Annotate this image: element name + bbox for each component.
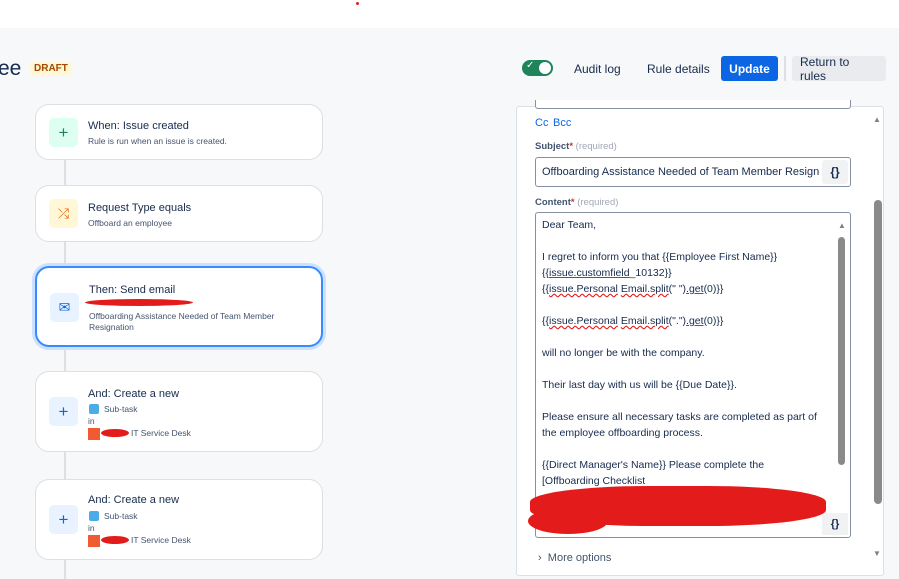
smart-values-button[interactable]: {} [822,160,848,184]
trigger-card[interactable]: + When: Issue created Rule is run when a… [35,104,323,160]
issue-type: Sub-task [104,511,138,521]
update-button[interactable]: Update [721,56,778,81]
bcc-link[interactable]: Bcc [553,117,571,129]
card-title: Then: Send email [89,284,176,296]
panel-scrollbar[interactable] [874,200,882,504]
subtask-icon [89,511,99,521]
shuffle-icon: ⤮ [49,199,78,228]
check-icon: ✓ [526,60,535,71]
in-label: in [88,523,95,533]
redaction [101,536,129,544]
divider [784,56,786,81]
subtask-icon [89,404,99,414]
card-title: And: Create a new [88,494,180,506]
project-icon [88,535,100,547]
return-to-rules-button[interactable]: Return to rules [792,55,886,83]
project-icon [88,428,100,440]
plus-icon: + [49,118,78,147]
card-subtitle: Offboarding Assistance Needed of Team Me… [89,311,275,332]
card-subtitle: Rule is run when an issue is created. [88,136,227,146]
chevron-right-icon: › [538,552,542,564]
panel-scroll-down-arrow[interactable]: ▼ [873,549,881,558]
send-email-card[interactable]: ✉ Then: Send email Offboarding Assistanc… [35,266,323,347]
scroll-up-arrow[interactable]: ▲ [838,221,846,230]
card-title: Request Type equals [88,202,192,214]
redaction [528,508,608,534]
card-title: When: Issue created [88,120,189,132]
redaction [101,429,129,437]
content-label: Content* (required) [535,197,619,208]
create-subtask-card[interactable]: + And: Create a new Sub-task in IT Servi… [35,371,323,452]
mail-icon: ✉ [50,293,79,322]
smart-values-button[interactable]: {} [822,513,848,535]
condition-card[interactable]: ⤮ Request Type equals Offboard an employ… [35,185,323,242]
in-label: in [88,416,95,426]
project-name: IT Service Desk [131,535,191,545]
more-options-toggle[interactable]: › More options [538,552,611,564]
create-subtask-card[interactable]: + And: Create a new Sub-task in IT Servi… [35,479,323,560]
plus-icon: + [49,505,78,534]
rule-title: ee [0,57,22,80]
plus-icon: + [49,397,78,426]
card-subtitle: Offboard an employee [88,218,172,228]
draft-badge: DRAFT [30,62,72,75]
cc-link[interactable]: Cc [535,117,548,129]
content-text: Dear Team, I regret to inform you that {… [542,219,817,487]
audit-log-button[interactable]: Audit log [566,56,629,81]
project-name: IT Service Desk [131,428,191,438]
rule-enabled-toggle[interactable]: ✓ [522,60,553,76]
subject-value: Offboarding Assistance Needed of Team Me… [542,166,820,178]
subject-input[interactable]: Offboarding Assistance Needed of Team Me… [535,157,851,187]
rule-details-button[interactable]: Rule details [639,56,718,81]
top-bar [0,0,899,28]
subject-label: Subject* (required) [535,141,617,152]
red-dot [356,2,359,5]
content-scrollbar[interactable] [838,237,845,465]
issue-type: Sub-task [104,404,138,414]
redaction [85,299,193,306]
panel-scroll-up-arrow[interactable]: ▲ [873,115,881,124]
to-field[interactable] [535,100,851,109]
card-title: And: Create a new [88,388,180,400]
